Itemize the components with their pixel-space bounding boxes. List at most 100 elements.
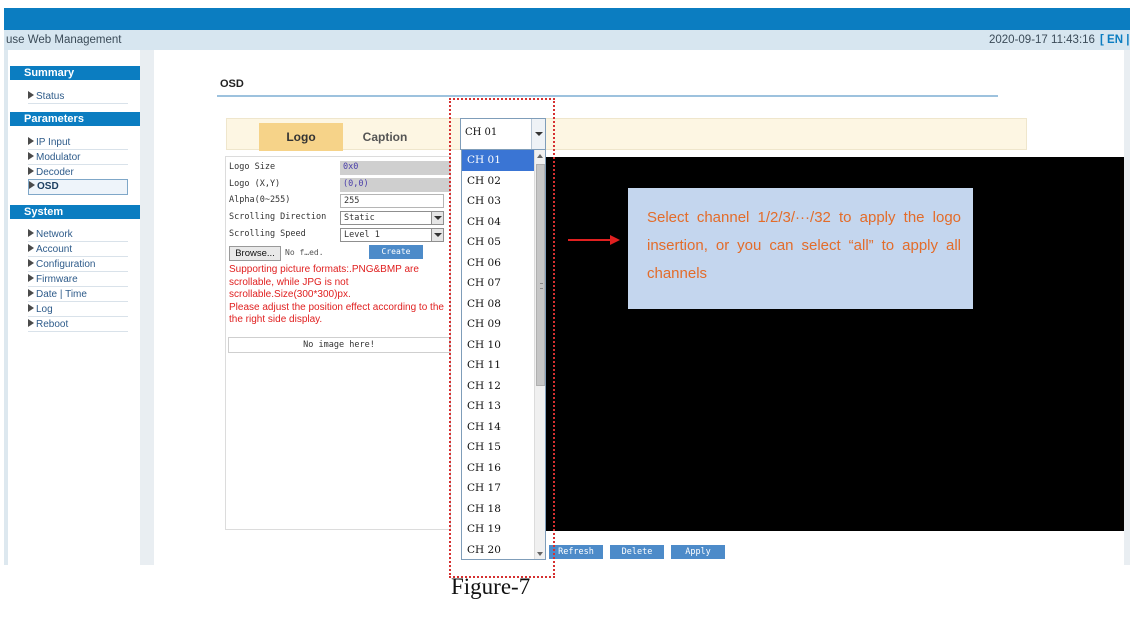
sidebar-item-label: OSD [37, 181, 59, 192]
channel-option[interactable]: CH 11 [462, 355, 534, 376]
channel-option[interactable]: CH 09 [462, 314, 534, 335]
arrow-right-icon [610, 235, 620, 245]
arrow-right-icon [28, 91, 34, 99]
channel-option[interactable]: CH 13 [462, 396, 534, 417]
sidebar-section-parameters[interactable]: Parameters [10, 112, 142, 126]
sidebar-item-network[interactable]: Network [28, 228, 128, 242]
alpha-input[interactable]: 255 [340, 194, 444, 208]
channel-option[interactable]: CH 14 [462, 417, 534, 438]
callout-text: Select channel 1/2/3/···/32 to apply the… [647, 209, 961, 282]
scroll-up-icon[interactable] [537, 154, 543, 158]
language-switch[interactable]: [ EN | [1100, 34, 1129, 46]
logo-size-label: Logo Size [229, 162, 276, 172]
channel-option[interactable]: CH 03 [462, 191, 534, 212]
format-notice: Supporting picture formats:.PNG&BMP are … [229, 264, 447, 327]
scrolling-direction-label: Scrolling Direction [229, 212, 327, 222]
channel-option[interactable]: CH 18 [462, 499, 534, 520]
sidebar-item-label: Configuration [36, 259, 96, 270]
arrow-right-icon [28, 304, 34, 312]
channel-option[interactable]: CH 20 [462, 540, 534, 560]
sidebar-item-label: IP Input [36, 137, 71, 148]
app-title: use Web Management [6, 34, 122, 46]
channel-option[interactable]: CH 07 [462, 273, 534, 294]
sidebar-item-label: Log [36, 304, 53, 315]
scrollbar-thumb[interactable] [536, 164, 545, 386]
arrow-right-icon [28, 274, 34, 282]
apply-button[interactable]: Apply [671, 545, 725, 559]
channel-option[interactable]: CH 02 [462, 171, 534, 192]
create-button[interactable]: Create [369, 245, 423, 259]
sidebar-item-label: Date | Time [36, 289, 87, 300]
arrow-right-icon [28, 259, 34, 267]
channel-option[interactable]: CH 06 [462, 253, 534, 274]
logo-xy-label: Logo (X,Y) [229, 179, 281, 189]
scrolling-speed-select[interactable]: Level 1 [340, 228, 444, 242]
chevron-down-icon[interactable] [431, 212, 443, 224]
delete-button[interactable]: Delete [610, 545, 664, 559]
channel-option[interactable]: CH 01 [462, 150, 534, 171]
logo-settings-panel: Logo Size 0x0 Logo (X,Y) (0,0) Alpha(0~2… [225, 156, 451, 530]
logo-preview-placeholder: No image here! [228, 337, 450, 353]
arrow-right-icon [28, 152, 34, 160]
browse-button[interactable]: Browse... [229, 246, 281, 261]
sidebar-item-label: Reboot [36, 319, 69, 330]
grip-icon [540, 283, 543, 289]
supported-formats-text: Supporting picture formats:.PNG&BMP are … [229, 264, 419, 300]
channel-option[interactable]: CH 05 [462, 232, 534, 253]
channel-dropdown-list[interactable]: CH 01 CH 02 CH 03 CH 04 CH 05 CH 06 CH 07 CH 08… [461, 149, 546, 560]
sidebar-divider [140, 50, 154, 565]
channel-option[interactable]: CH 04 [462, 212, 534, 233]
sidebar-item-modulator[interactable]: Modulator [28, 151, 128, 165]
scrolling-direction-select[interactable]: Static [340, 211, 444, 225]
current-datetime: 2020-09-17 11:43:16 [989, 34, 1095, 46]
sidebar-item-label: Decoder [36, 167, 74, 178]
arrow-right-icon [28, 229, 34, 237]
sidebar-item-decoder[interactable]: Decoder [28, 166, 128, 180]
sidebar-item-label: Account [36, 244, 73, 255]
osd-tab-strip: Logo Caption [226, 118, 1027, 151]
screenshot-figure: use Web Management 2020-09-17 11:43:16 [… [0, 0, 1134, 624]
channel-option[interactable]: CH 12 [462, 376, 534, 397]
channel-option[interactable]: CH 15 [462, 437, 534, 458]
tab-logo[interactable]: Logo [259, 123, 343, 151]
sidebar-item-label: Modulator [36, 152, 81, 163]
channel-option[interactable]: CH 08 [462, 294, 534, 315]
refresh-button[interactable]: Refresh [549, 545, 603, 559]
top-banner [4, 8, 1130, 30]
scrolling-direction-value: Static [344, 213, 375, 223]
channel-option[interactable]: CH 19 [462, 519, 534, 540]
channel-option[interactable]: CH 16 [462, 458, 534, 479]
right-gutter [1124, 50, 1130, 565]
sidebar-item-firmware[interactable]: Firmware [28, 273, 128, 287]
annotation-callout: Select channel 1/2/3/···/32 to apply the… [628, 188, 973, 309]
chevron-down-icon[interactable] [531, 119, 545, 149]
channel-option[interactable]: CH 17 [462, 478, 534, 499]
channel-select-value: CH 01 [465, 127, 498, 138]
channel-option[interactable]: CH 10 [462, 335, 534, 356]
logo-size-field: 0x0 [340, 161, 450, 175]
logo-xy-field: (0,0) [340, 178, 450, 192]
sidebar-item-osd[interactable]: OSD [28, 179, 128, 195]
tab-caption[interactable]: Caption [343, 123, 427, 151]
sidebar-section-system[interactable]: System [10, 205, 142, 219]
sidebar-section-summary[interactable]: Summary [10, 66, 142, 80]
arrow-right-icon [28, 137, 34, 145]
sidebar-item-account[interactable]: Account [28, 243, 128, 257]
chevron-down-icon[interactable] [431, 229, 443, 241]
channel-select[interactable]: CH 01 [460, 118, 546, 150]
sidebar-item-configuration[interactable]: Configuration [28, 258, 128, 272]
sidebar-item-log[interactable]: Log [28, 303, 128, 317]
annotation-arrow [568, 239, 612, 241]
sidebar-item-label: Network [36, 229, 73, 240]
sidebar-item-label: Firmware [36, 274, 78, 285]
scrolling-speed-label: Scrolling Speed [229, 229, 306, 239]
sidebar-item-status[interactable]: Status [28, 90, 128, 104]
sidebar-item-reboot[interactable]: Reboot [28, 318, 128, 332]
alpha-label: Alpha(0~255) [229, 195, 291, 205]
arrow-right-icon [28, 167, 34, 175]
sidebar-item-ip-input[interactable]: IP Input [28, 136, 128, 150]
dropdown-scrollbar[interactable] [534, 150, 545, 559]
scrolling-speed-value: Level 1 [344, 230, 380, 240]
sidebar-item-date-time[interactable]: Date | Time [28, 288, 128, 302]
scroll-down-icon[interactable] [537, 552, 543, 556]
